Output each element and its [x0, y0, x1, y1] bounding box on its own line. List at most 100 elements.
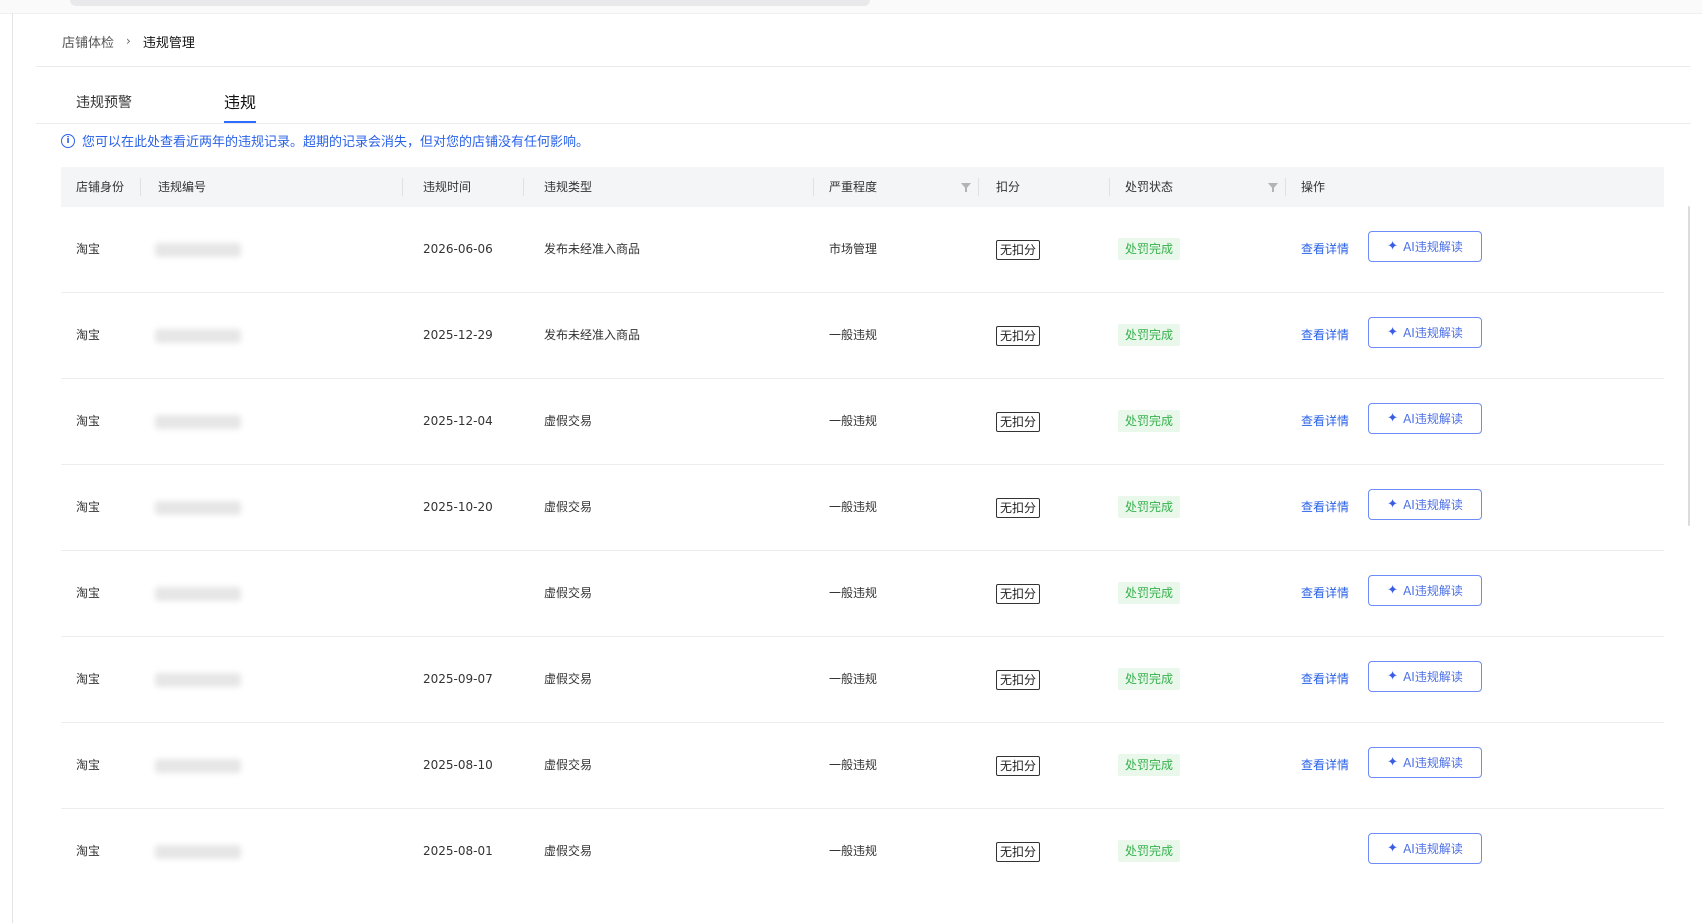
sidebar-border [12, 13, 13, 923]
cell-time: 2025-09-07 [423, 672, 493, 686]
ai-interpretation-button[interactable]: ✦ AI违规解读 [1368, 489, 1482, 520]
tab-violation[interactable]: 违规 [224, 89, 256, 113]
cell-severity: 一般违规 [829, 844, 878, 858]
table-row: 淘宝 2025-12-29 发布未经准入商品 一般违规 无扣分 处罚完成 查看详… [61, 293, 1664, 379]
ai-interpretation-button[interactable]: ✦ AI违规解读 [1368, 403, 1482, 434]
redacted-violation-id [155, 759, 241, 773]
status-badge: 处罚完成 [1118, 496, 1181, 518]
table-row: 淘宝 2025-09-07 虚假交易 一般违规 无扣分 处罚完成 查看详情 ✦ … [61, 637, 1664, 723]
ai-button-label: AI违规解读 [1403, 240, 1463, 254]
filter-icon[interactable] [961, 183, 971, 192]
column-separator [1285, 178, 1286, 196]
table-row: 淘宝 虚假交易 一般违规 无扣分 处罚完成 查看详情 ✦ AI违规解读 [61, 551, 1664, 637]
chevron-right-icon: › [126, 34, 131, 48]
deduction-badge: 无扣分 [996, 584, 1041, 604]
column-header-violation-id: 违规编号 [158, 180, 207, 194]
view-detail-link[interactable]: 查看详情 [1301, 379, 1349, 464]
sparkle-icon: ✦ [1387, 755, 1399, 770]
redacted-violation-id [155, 501, 241, 515]
sparkle-icon: ✦ [1387, 497, 1399, 512]
column-header-time: 违规时间 [423, 180, 472, 194]
deduction-badge: 无扣分 [996, 326, 1041, 346]
ai-button-label: AI违规解读 [1403, 756, 1463, 770]
cell-shop: 淘宝 [76, 758, 101, 772]
status-badge: 处罚完成 [1118, 582, 1181, 604]
vertical-scrollbar[interactable] [1688, 206, 1690, 526]
table-header: 店铺身份 违规编号 违规时间 违规类型 严重程度 扣分 处罚状态 操作 [61, 167, 1664, 207]
redacted-violation-id [155, 329, 241, 343]
status-badge: 处罚完成 [1118, 324, 1181, 346]
breadcrumb-violation-management: 违规管理 [142, 35, 195, 51]
status-badge: 处罚完成 [1118, 754, 1181, 776]
column-separator [402, 178, 403, 196]
deduction-badge: 无扣分 [996, 670, 1041, 690]
view-detail-link[interactable]: 查看详情 [1301, 465, 1349, 550]
ai-interpretation-button[interactable]: ✦ AI违规解读 [1368, 317, 1482, 348]
cell-time: 2025-08-10 [423, 758, 493, 772]
sparkle-icon: ✦ [1387, 325, 1399, 340]
cell-type: 虚假交易 [544, 586, 593, 600]
ai-button-label: AI违规解读 [1403, 412, 1463, 426]
ai-interpretation-button[interactable]: ✦ AI违规解读 [1368, 661, 1482, 692]
sparkle-icon: ✦ [1387, 411, 1399, 426]
view-detail-link[interactable]: 查看详情 [1301, 637, 1349, 722]
status-badge: 处罚完成 [1118, 840, 1181, 862]
cell-time: 2025-08-01 [423, 844, 493, 858]
tab-violation-warning[interactable]: 违规预警 [76, 92, 132, 112]
ai-interpretation-button[interactable]: ✦ AI违规解读 [1368, 833, 1482, 864]
redacted-violation-id [155, 587, 241, 601]
sparkle-icon: ✦ [1387, 583, 1399, 598]
ai-interpretation-button[interactable]: ✦ AI违规解读 [1368, 575, 1482, 606]
top-search-bar[interactable] [70, 0, 870, 6]
table-row: 淘宝 2025-08-01 虚假交易 一般违规 无扣分 处罚完成 ✦ AI违规解… [61, 809, 1664, 894]
cell-severity: 一般违规 [829, 758, 878, 772]
ai-interpretation-button[interactable]: ✦ AI违规解读 [1368, 747, 1482, 778]
sparkle-icon: ✦ [1387, 239, 1399, 254]
column-header-actions: 操作 [1301, 180, 1326, 194]
column-separator [978, 178, 979, 196]
status-badge: 处罚完成 [1118, 238, 1181, 260]
ai-interpretation-button[interactable]: ✦ AI违规解读 [1368, 231, 1482, 262]
notice-text: 您可以在此处查看近两年的违规记录。超期的记录会消失，但对您的店铺没有任何影响。 [82, 135, 590, 150]
view-detail-link[interactable]: 查看详情 [1301, 723, 1349, 808]
ai-button-label: AI违规解读 [1403, 842, 1463, 856]
column-separator [813, 178, 814, 196]
view-detail-link[interactable]: 查看详情 [1301, 551, 1349, 636]
breadcrumb: 店铺体检 › 违规管理 [62, 30, 195, 52]
column-separator [1109, 178, 1110, 196]
ai-button-label: AI违规解读 [1403, 326, 1463, 340]
cell-shop: 淘宝 [76, 672, 101, 686]
cell-type: 虚假交易 [544, 672, 593, 686]
table-row: 淘宝 2025-08-10 虚假交易 一般违规 无扣分 处罚完成 查看详情 ✦ … [61, 723, 1664, 809]
cell-severity: 一般违规 [829, 672, 878, 686]
cell-shop: 淘宝 [76, 414, 101, 428]
table-row: 淘宝 2025-10-20 虚假交易 一般违规 无扣分 处罚完成 查看详情 ✦ … [61, 465, 1664, 551]
column-header-shop-identity: 店铺身份 [76, 180, 125, 194]
filter-icon[interactable] [1268, 183, 1278, 192]
status-badge: 处罚完成 [1118, 668, 1181, 690]
column-header-type: 违规类型 [544, 180, 593, 194]
deduction-badge: 无扣分 [996, 412, 1041, 432]
cell-type: 发布未经准入商品 [544, 328, 641, 342]
ai-button-label: AI违规解读 [1403, 584, 1463, 598]
cell-severity: 一般违规 [829, 500, 878, 514]
info-icon: i [61, 133, 75, 148]
cell-type: 虚假交易 [544, 500, 593, 514]
column-header-severity: 严重程度 [829, 180, 878, 194]
breadcrumb-shop-checkup[interactable]: 店铺体检 [62, 32, 114, 51]
column-header-deduction: 扣分 [996, 180, 1021, 194]
deduction-badge: 无扣分 [996, 756, 1041, 776]
divider [36, 66, 1691, 67]
view-detail-link[interactable]: 查看详情 [1301, 293, 1349, 378]
column-separator [140, 178, 141, 196]
cell-shop: 淘宝 [76, 500, 101, 514]
ai-button-label: AI违规解读 [1403, 498, 1463, 512]
redacted-violation-id [155, 673, 241, 687]
cell-type: 虚假交易 [544, 758, 593, 772]
cell-shop: 淘宝 [76, 586, 101, 600]
view-detail-link[interactable]: 查看详情 [1301, 207, 1349, 292]
cell-time: 2025-12-04 [423, 414, 493, 428]
sparkle-icon: ✦ [1387, 841, 1399, 856]
cell-shop: 淘宝 [76, 844, 101, 858]
divider [36, 123, 1691, 124]
